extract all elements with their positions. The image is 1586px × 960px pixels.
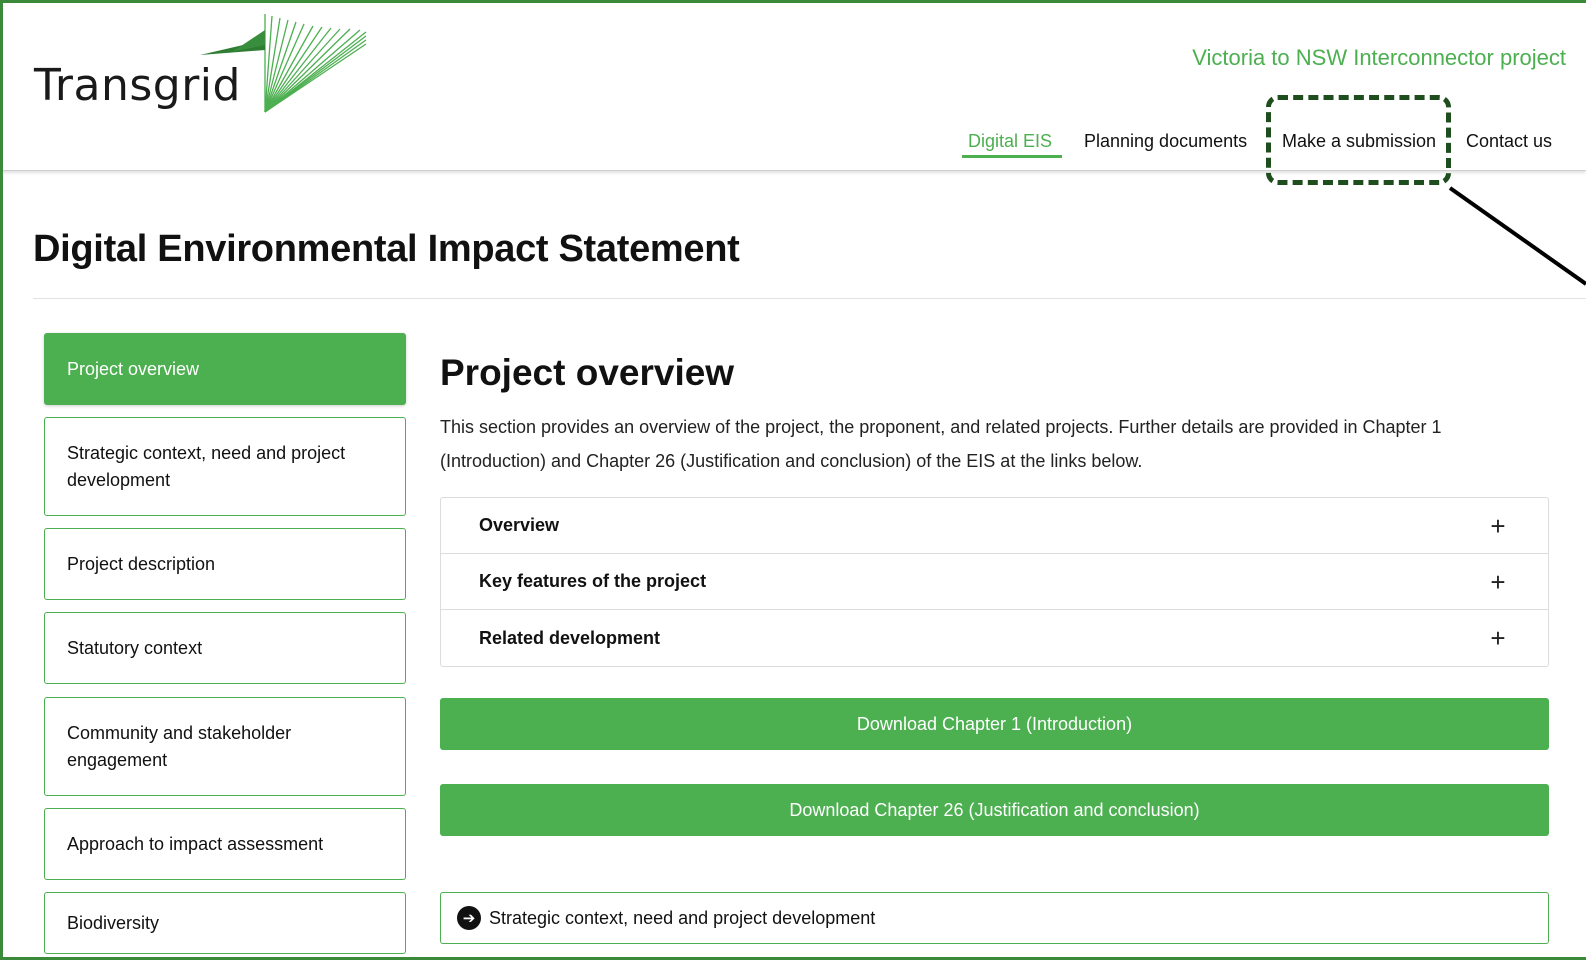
sidebar-item-label: Approach to impact assessment [67, 833, 324, 854]
accordion-item-overview[interactable]: Overview + [441, 498, 1548, 554]
nav-contact-us[interactable]: Contact us [1466, 131, 1552, 152]
nav-active-underline [962, 155, 1062, 158]
logo-wordmark: Transgrid [34, 60, 241, 111]
accordion-label: Related development [479, 627, 661, 648]
sidebar-item-label: Project description [67, 553, 216, 574]
section-title: Project overview [440, 352, 735, 393]
nav-digital-eis[interactable]: Digital EIS [968, 131, 1052, 152]
next-section-link[interactable]: ➔ Strategic context, need and project de… [440, 892, 1549, 944]
download-chapter-1-button[interactable]: Download Chapter 1 (Introduction) [440, 698, 1549, 750]
highlight-annotation [1266, 95, 1451, 185]
sidebar-item-label: Strategic context, need and project deve… [67, 442, 346, 490]
sidebar-item-statutory-context[interactable]: Statutory context [44, 612, 406, 684]
project-name[interactable]: Victoria to NSW Interconnector project [1192, 45, 1566, 71]
sidebar-item-label: Statutory context [67, 637, 203, 658]
plus-icon[interactable]: + [1486, 625, 1510, 651]
arrow-right-circle-icon: ➔ [457, 906, 481, 930]
accordion-label: Overview [479, 515, 560, 535]
annotation-arrow-icon [1448, 186, 1586, 286]
plus-icon[interactable]: + [1486, 569, 1510, 595]
next-section-label: Strategic context, need and project deve… [489, 907, 876, 928]
sidebar-item-project-overview[interactable]: Project overview [44, 333, 406, 405]
nav-planning-documents[interactable]: Planning documents [1084, 131, 1247, 152]
sidebar-item-strategic-context[interactable]: Strategic context, need and project deve… [44, 417, 406, 516]
sidebar-item-impact-assessment[interactable]: Approach to impact assessment [44, 808, 406, 880]
section-description: This section provides an overview of the… [440, 417, 1442, 471]
sidebar-item-project-description[interactable]: Project description [44, 528, 406, 600]
sidebar-item-community-engagement[interactable]: Community and stakeholder engagement [44, 697, 406, 796]
page-title: Digital Environmental Impact Statement [33, 228, 740, 270]
transgrid-logo[interactable]: Transgrid [32, 10, 372, 120]
accordion-label: Key features of the project [479, 571, 707, 591]
sidebar-item-label: Biodiversity [67, 912, 160, 933]
divider [33, 298, 1586, 299]
sidebar-item-biodiversity[interactable]: Biodiversity [44, 892, 406, 954]
accordion-item-key-features[interactable]: Key features of the project + [441, 554, 1548, 610]
plus-icon[interactable]: + [1486, 513, 1510, 539]
sidebar-item-label: Community and stakeholder engagement [67, 722, 292, 770]
sidebar-item-label: Project overview [67, 358, 200, 379]
accordion: Overview + Key features of the project +… [440, 497, 1549, 667]
download-chapter-26-button[interactable]: Download Chapter 26 (Justification and c… [440, 784, 1549, 836]
accordion-item-related-development[interactable]: Related development + [441, 610, 1548, 666]
